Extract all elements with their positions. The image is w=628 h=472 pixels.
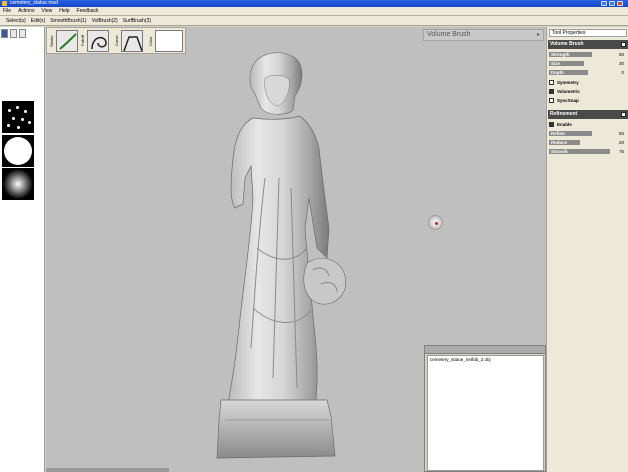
symmetry-checkbox[interactable]: Symmetry bbox=[549, 79, 627, 87]
strength-slider[interactable]: Strength 50 bbox=[549, 51, 627, 58]
tool-properties-title: Tool Properties bbox=[549, 29, 627, 37]
brush-dropdown[interactable]: Volume Brush ▸ bbox=[423, 29, 544, 41]
tool-tab-smoothbrush[interactable]: SmoothBrush(1) bbox=[50, 17, 86, 25]
reduce-value: 20 bbox=[618, 140, 624, 145]
volume-brush-header[interactable]: Volume Brush bbox=[548, 40, 628, 49]
stroke-label: Stroke bbox=[49, 35, 54, 47]
symmetry-label: Symmetry bbox=[557, 80, 579, 85]
collapse-icon[interactable] bbox=[621, 112, 626, 117]
depth-label: Depth bbox=[551, 70, 564, 75]
depth-value: 0 bbox=[621, 70, 624, 75]
refine-value: 50 bbox=[618, 131, 624, 136]
volumetric-checkbox[interactable]: Volumetric bbox=[549, 88, 627, 96]
size-value: 30 bbox=[618, 61, 624, 66]
refinement-header[interactable]: Refinement bbox=[548, 110, 628, 119]
tool-tab-select[interactable]: Select(s) bbox=[6, 17, 26, 25]
collapse-icon[interactable] bbox=[621, 42, 626, 47]
smooth-label: Smooth bbox=[551, 149, 568, 154]
stamp-panel bbox=[0, 27, 45, 472]
refine-label: Refine bbox=[551, 131, 565, 136]
volume-brush-header-label: Volume Brush bbox=[550, 41, 584, 47]
curve-label: Curve bbox=[114, 35, 119, 47]
enable-label: Enable bbox=[557, 122, 572, 127]
strength-label: Strength bbox=[551, 52, 570, 57]
falloff-swatch[interactable] bbox=[87, 30, 109, 52]
reduce-slider[interactable]: Reduce 20 bbox=[549, 139, 627, 146]
menu-help[interactable]: Help bbox=[59, 8, 69, 14]
tool-properties-panel: Tool Properties Volume Brush Strength 50… bbox=[546, 27, 628, 472]
brush-strip: Stroke Falloff Curve Color bbox=[46, 27, 186, 54]
file-list: cemetery_statue_netfab_2.obj bbox=[427, 355, 544, 471]
menu-file[interactable]: File bbox=[3, 8, 11, 14]
syncsnap-label: SyncSnap bbox=[557, 98, 579, 103]
smooth-slider[interactable]: Smooth 75 bbox=[549, 148, 627, 155]
syncsnap-checkbox[interactable]: SyncSnap bbox=[549, 97, 627, 105]
tool-tab-edit[interactable]: Edit(s) bbox=[31, 17, 45, 25]
enable-checkbox[interactable]: Enable bbox=[549, 121, 627, 129]
brush-dropdown-value: Volume Brush bbox=[427, 31, 471, 38]
depth-slider[interactable]: Depth 0 bbox=[549, 69, 627, 76]
falloff-tab-icon[interactable] bbox=[10, 29, 17, 38]
soft-stamp[interactable] bbox=[2, 168, 34, 200]
file-panel-header bbox=[425, 346, 545, 354]
minimize-button[interactable] bbox=[601, 1, 607, 6]
dots-stamp[interactable] bbox=[2, 101, 34, 133]
volumetric-box[interactable] bbox=[549, 89, 554, 94]
stamp-tab-icon[interactable] bbox=[1, 29, 8, 38]
texture-tab-icon[interactable] bbox=[19, 29, 26, 38]
reduce-label: Reduce bbox=[551, 140, 568, 145]
status-strip bbox=[46, 468, 169, 472]
syncsnap-box[interactable] bbox=[549, 98, 554, 103]
chevron-down-icon: ▸ bbox=[536, 32, 540, 38]
strength-value: 50 bbox=[618, 52, 624, 57]
tool-toolbar: Select(s) Edit(s) SmoothBrush(1) VolBrus… bbox=[0, 16, 628, 26]
curve-swatch[interactable] bbox=[121, 30, 143, 52]
refine-slider[interactable]: Refine 50 bbox=[549, 130, 627, 137]
size-label: Size bbox=[551, 61, 561, 66]
menu-bar: File Actions View Help Feedback bbox=[0, 7, 628, 16]
smooth-value: 75 bbox=[618, 149, 624, 154]
maximize-button[interactable] bbox=[609, 1, 615, 6]
enable-box[interactable] bbox=[549, 122, 554, 127]
stamp-panel-tabs bbox=[1, 29, 26, 39]
brush-cursor bbox=[428, 215, 443, 230]
app-icon bbox=[2, 1, 7, 6]
file-item[interactable]: cemetery_statue_netfab_2.obj bbox=[428, 356, 543, 363]
color-swatch[interactable] bbox=[155, 30, 183, 52]
title-bar: cemetery_statue.mud bbox=[0, 0, 628, 7]
volumetric-label: Volumetric bbox=[557, 89, 580, 94]
falloff-label: Falloff bbox=[80, 35, 85, 47]
color-label: Color bbox=[148, 36, 153, 46]
size-slider[interactable]: Size 30 bbox=[549, 60, 627, 67]
tool-tab-volbrush[interactable]: VolBrush(2) bbox=[92, 17, 118, 25]
cursor-dot-icon bbox=[435, 222, 438, 225]
refinement-header-label: Refinement bbox=[550, 111, 578, 117]
statue-model[interactable] bbox=[195, 48, 365, 468]
menu-feedback[interactable]: Feedback bbox=[77, 8, 99, 14]
window-title: cemetery_statue.mud bbox=[10, 0, 59, 6]
file-panel: cemetery_statue_netfab_2.obj bbox=[424, 345, 546, 472]
round-stamp[interactable] bbox=[2, 135, 34, 167]
stroke-swatch[interactable] bbox=[56, 30, 78, 52]
symmetry-box[interactable] bbox=[549, 80, 554, 85]
tool-tab-surfbrush[interactable]: SurfBrush(3) bbox=[123, 17, 151, 25]
menu-actions[interactable]: Actions bbox=[18, 8, 34, 14]
close-button[interactable] bbox=[617, 1, 623, 6]
menu-view[interactable]: View bbox=[41, 8, 52, 14]
